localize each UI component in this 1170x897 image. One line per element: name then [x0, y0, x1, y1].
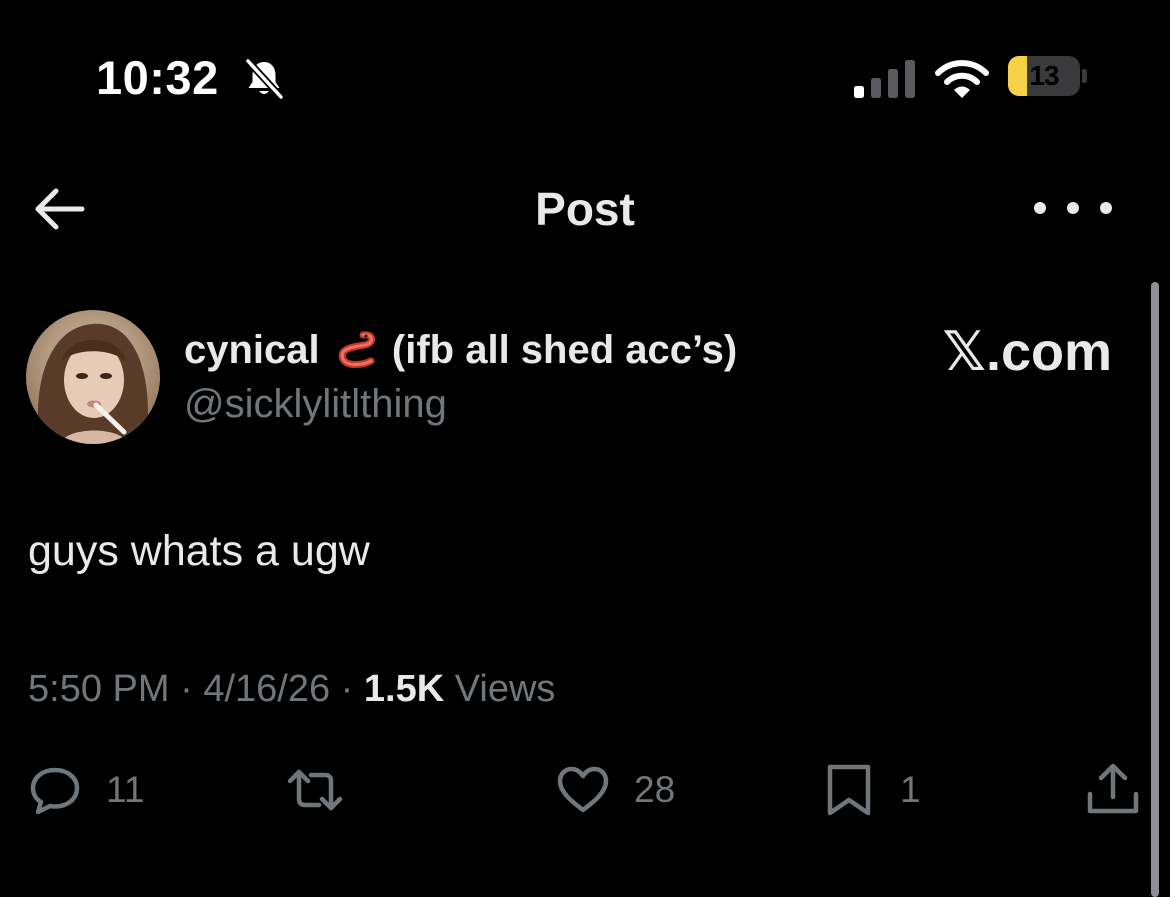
share-button[interactable] — [1084, 760, 1142, 820]
reply-button[interactable]: 11 — [26, 760, 144, 820]
like-button[interactable]: 28 — [554, 760, 675, 820]
author-handle[interactable]: @sicklylitlthing — [184, 380, 447, 428]
cellular-signal-icon — [854, 60, 915, 98]
more-options-button[interactable] — [1028, 190, 1118, 226]
reply-count: 11 — [106, 769, 145, 810]
heart-icon — [557, 766, 609, 813]
snake-emoji-icon — [338, 331, 375, 368]
views-count: 1.5K — [363, 668, 445, 710]
bell-slash-icon — [245, 58, 284, 100]
status-time: 10:32 — [96, 51, 219, 104]
author-name: cynical — [184, 328, 320, 372]
battery-level: 13 — [1029, 60, 1059, 91]
author-display-name[interactable]: cynical (ifb all shed acc’s) — [184, 326, 737, 374]
meta-separator: · — [340, 668, 354, 710]
wifi-icon — [935, 60, 989, 98]
bookmark-count: 1 — [900, 769, 921, 810]
repost-button[interactable] — [286, 760, 344, 820]
bookmark-icon — [827, 764, 871, 816]
author-name-suffix: (ifb all shed acc’s) — [391, 328, 738, 372]
views-label: Views — [454, 668, 556, 710]
battery-cap — [1082, 69, 1087, 83]
avatar[interactable] — [26, 310, 160, 444]
bookmark-button[interactable]: 1 — [820, 760, 921, 820]
post-date[interactable]: 4/16/26 — [203, 668, 330, 710]
post-screen: 10:32 13 Post cynical (ifb all shed acc’… — [0, 0, 1170, 897]
battery-charging-icon: 13 — [1008, 56, 1088, 98]
reply-icon — [30, 767, 80, 815]
battery-body: 13 — [1008, 56, 1080, 96]
post-text: guys whats a ugw — [28, 527, 370, 575]
page-title: Post — [535, 183, 635, 235]
post-meta: 5:50 PM · 4/16/26 · 1.5K Views — [28, 664, 555, 714]
meta-separator: · — [180, 668, 193, 710]
scrollbar[interactable] — [1151, 282, 1159, 897]
post-time[interactable]: 5:50 PM — [28, 668, 170, 710]
share-icon — [1087, 763, 1139, 814]
like-count: 28 — [634, 769, 676, 810]
repost-icon — [287, 769, 343, 811]
ellipsis-icon — [1034, 202, 1112, 214]
x-com-watermark: 𝕏.com — [942, 322, 1112, 382]
